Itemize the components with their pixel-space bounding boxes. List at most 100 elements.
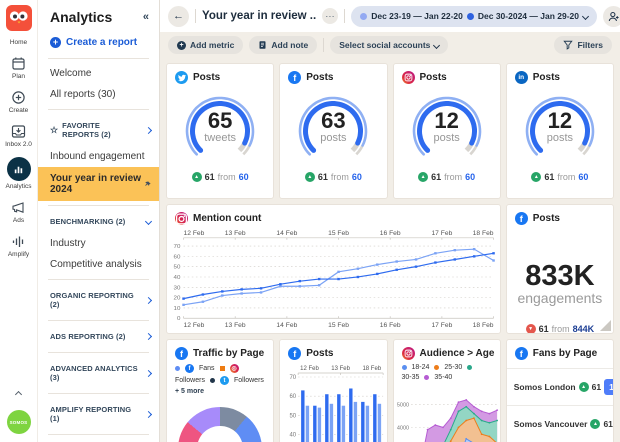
person-add-icon xyxy=(607,10,620,23)
rail-label: Plan xyxy=(12,73,25,80)
sidebar-section-benchmarking[interactable]: BENCHMARKING (2) xyxy=(38,210,159,233)
comparison-value-link[interactable]: 60 xyxy=(239,172,249,182)
main-area: ← Your year in review .. ··· Dec 23-19 —… xyxy=(160,0,620,442)
back-button[interactable]: ← xyxy=(168,6,189,27)
svg-text:13 Feb: 13 Feb xyxy=(225,322,246,329)
collapse-sidebar-icon[interactable]: « xyxy=(143,11,149,23)
date-range-picker[interactable]: Dec 23-19 — Jan 22-20 Dec 30-2024 — Jan … xyxy=(351,6,597,27)
gauge-value: 12 xyxy=(394,110,500,132)
select-social-accounts-dropdown[interactable]: Select social accounts xyxy=(330,36,448,54)
legend-swatch xyxy=(424,375,429,380)
sidebar-item-industry[interactable]: Industry xyxy=(38,233,159,254)
fans-by-page-card[interactable]: f Fans by Page Somos London ▲ 61 126K So… xyxy=(506,339,614,442)
hootsuite-logo-icon[interactable] xyxy=(6,5,32,31)
svg-text:13 Feb: 13 Feb xyxy=(225,230,246,237)
trend-up-icon: ▲ xyxy=(192,172,202,182)
posts-gauge-card-twitter[interactable]: Posts 65 tweets ▲ 61 from 60 xyxy=(166,63,274,199)
rail-item-ads[interactable]: Ads xyxy=(0,199,37,224)
legend-label: 18-24 xyxy=(412,364,430,371)
card-title: Posts xyxy=(533,72,560,83)
svg-text:16 Feb: 16 Feb xyxy=(380,230,401,237)
svg-text:15 Feb: 15 Feb xyxy=(328,230,349,237)
filters-button[interactable]: Filters xyxy=(554,36,612,54)
plus-icon: + xyxy=(50,37,61,48)
svg-text:70: 70 xyxy=(174,244,182,250)
rail-item-create[interactable]: Create xyxy=(0,89,37,114)
plus-icon: + xyxy=(177,41,186,50)
collapse-rail-button[interactable] xyxy=(16,384,21,402)
gauge-value: 63 xyxy=(280,110,386,132)
section-header: ADVANCED ANALYTICS (3) xyxy=(50,364,138,382)
svg-text:15 Feb: 15 Feb xyxy=(328,322,349,329)
filters-label: Filters xyxy=(577,40,603,50)
report-toolbar: + Add metric Add note Select social acco… xyxy=(160,32,620,58)
chevron-right-icon xyxy=(145,126,152,133)
audience-age-card[interactable]: Audience > Age 18-24 25-30 30-35 35-40 2… xyxy=(393,339,501,442)
sidebar-item-all-reports[interactable]: All reports (30) xyxy=(38,84,159,105)
rail-label: Analytics xyxy=(5,183,31,190)
more-options-button[interactable]: ··· xyxy=(322,8,338,24)
rail-label: Ads xyxy=(13,217,24,224)
posts-gauge-card-instagram[interactable]: Posts 12 posts ▲ 61 from 60 xyxy=(393,63,501,199)
comparison-value-link[interactable]: 60 xyxy=(465,172,475,182)
svg-text:12 Feb: 12 Feb xyxy=(184,322,205,329)
instagram-icon xyxy=(402,71,415,84)
rail-item-analytics-active[interactable]: Analytics xyxy=(0,157,37,190)
svg-text:30: 30 xyxy=(174,285,182,291)
comparison-value-link[interactable]: 60 xyxy=(578,172,588,182)
sidebar-item-your-year-in-review[interactable]: Your year in review 2024 xyxy=(38,167,159,201)
rail-item-amplify[interactable]: Amplify xyxy=(0,233,37,258)
page-name: Somos London xyxy=(514,382,576,392)
share-user-button[interactable] xyxy=(603,6,620,27)
rail-label: Inbox 2.0 xyxy=(5,141,32,148)
sidebar-section-ads-reporting[interactable]: ADS REPORTING (2) xyxy=(38,325,159,348)
filter-funnel-icon xyxy=(563,40,573,50)
sidebar-item-welcome[interactable]: Welcome xyxy=(38,63,159,84)
resize-handle[interactable] xyxy=(600,320,611,331)
trend-up-icon: ▲ xyxy=(531,172,541,182)
posts-gauge-card-facebook[interactable]: f Posts 63 posts ▲ 61 from 60 xyxy=(279,63,387,199)
active-item-label: Your year in review 2024 xyxy=(50,173,144,195)
comparison-value-link[interactable]: 60 xyxy=(352,172,362,182)
add-note-button[interactable]: Add note xyxy=(249,36,317,54)
svg-text:14 Feb: 14 Feb xyxy=(276,322,297,329)
posts-bar-chart-card[interactable]: f Posts 20304050607012 Feb13 Feb18 Feb xyxy=(279,339,387,442)
rail-item-plan[interactable]: Plan xyxy=(0,55,37,80)
select-accounts-label: Select social accounts xyxy=(339,40,430,50)
sidebar-section-organic-reporting[interactable]: ORGANIC REPORTING (2) xyxy=(38,284,159,316)
sidebar-item-inbound-engagement[interactable]: Inbound engagement xyxy=(38,146,159,167)
create-report-button[interactable]: + Create a report xyxy=(38,31,159,54)
engagements-card[interactable]: f Posts 833K engagements ▼ 61 from 844K xyxy=(506,204,614,334)
sidebar-section-favorite-reports[interactable]: ☆ FAVORITE REPORTS (2) xyxy=(38,114,159,146)
add-metric-button[interactable]: + Add metric xyxy=(168,36,243,54)
comparison-value-link[interactable]: 844K xyxy=(573,324,595,334)
sidebar-section-amplify-reporting[interactable]: AMPLIFY REPORTING (1) xyxy=(38,398,159,430)
sidebar-item-competitive-analysis[interactable]: Competitive analysis xyxy=(38,254,159,275)
rail-item-inbox[interactable]: Inbox 2.0 xyxy=(0,123,37,148)
traffic-donut-chart xyxy=(178,407,262,442)
from-label: from xyxy=(444,172,462,182)
svg-text:18 Feb: 18 Feb xyxy=(473,230,494,237)
from-label: from xyxy=(331,172,349,182)
facebook-icon: f xyxy=(515,212,528,225)
posts-gauge-card-linkedin[interactable]: in Posts 12 posts ▲ 61 from 60 xyxy=(506,63,614,199)
section-header: FAVORITE REPORTS (2) xyxy=(62,121,138,139)
sidebar-section-advanced-analytics[interactable]: ADVANCED ANALYTICS (3) xyxy=(38,357,159,389)
rail-item-home[interactable]: Home xyxy=(0,39,37,46)
svg-text:12 Feb: 12 Feb xyxy=(300,366,319,372)
fans-row[interactable]: Somos London ▲ 61 126K xyxy=(507,368,613,405)
fans-row[interactable]: Somos Vancouver ▲ 61 62K xyxy=(507,405,613,442)
legend-more[interactable]: + 5 more xyxy=(175,388,204,395)
arrow-left-icon: ← xyxy=(173,10,184,22)
mention-count-card[interactable]: Mention count 01020304050607012 Feb12 Fe… xyxy=(166,204,501,334)
traffic-by-page-card[interactable]: f Traffic by Page f Fans ◎ Followers t F… xyxy=(166,339,274,442)
date-range-a: Dec 23-19 — Jan 22-20 xyxy=(371,11,463,21)
svg-text:18 Feb: 18 Feb xyxy=(363,366,382,372)
avatar[interactable]: SOMOS xyxy=(7,410,31,434)
delta-value: 61 xyxy=(205,172,215,182)
posts-bar-chart: 20304050607012 Feb13 Feb18 Feb xyxy=(282,363,387,442)
svg-text:4000: 4000 xyxy=(396,425,408,431)
chevron-down-icon xyxy=(433,41,440,48)
legend-label: 35-40 xyxy=(434,374,452,381)
engagements-value: 833K xyxy=(507,262,613,290)
